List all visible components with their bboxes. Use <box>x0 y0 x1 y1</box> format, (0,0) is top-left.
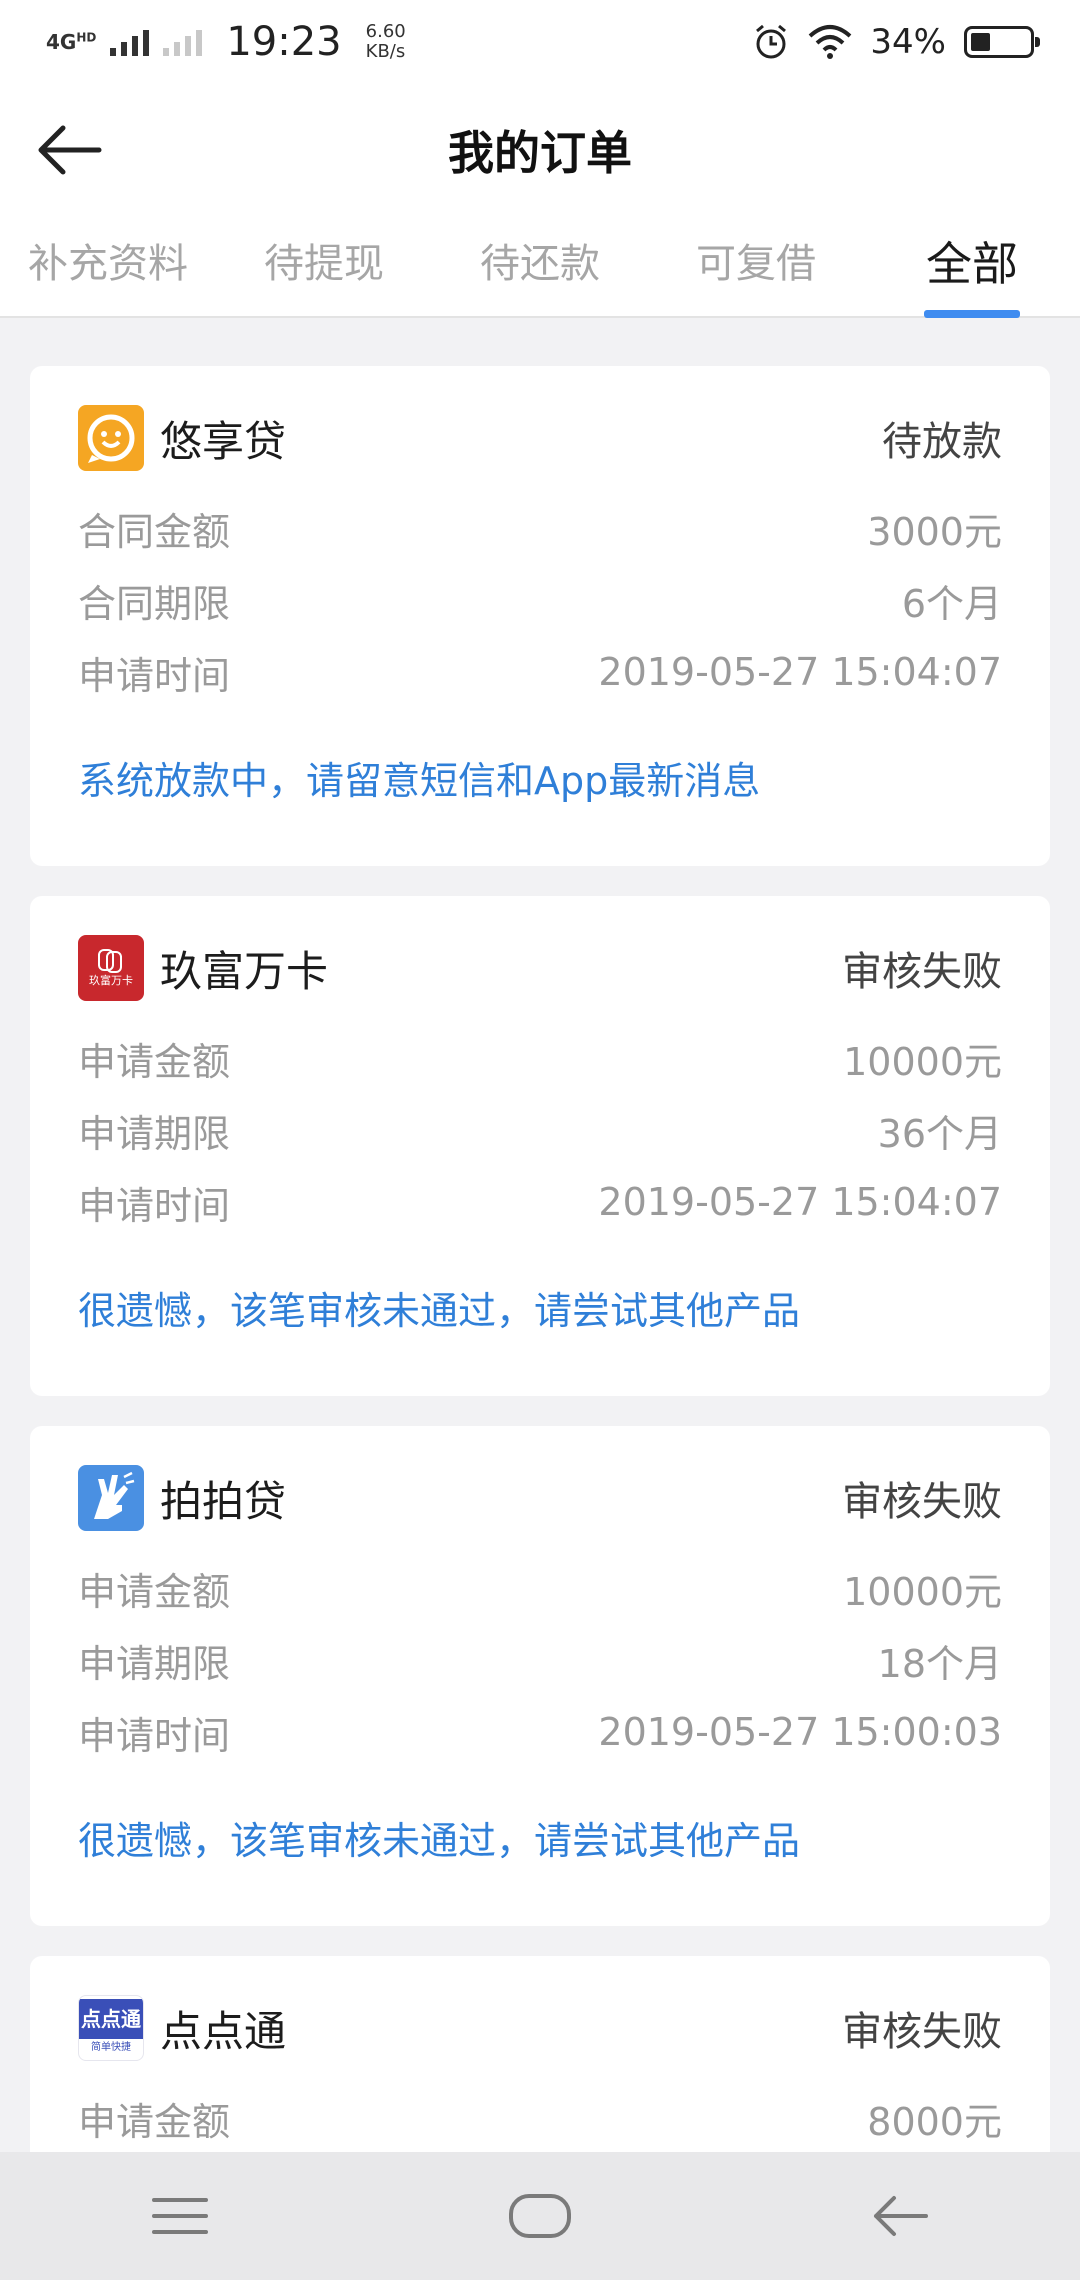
status-right: 34% <box>752 22 1040 62</box>
order-status: 待放款 <box>882 419 1002 465</box>
detail-row: 申请金额 10000元 <box>78 1552 1002 1624</box>
detail-row: 申请期限 18个月 <box>78 1624 1002 1696</box>
order-card-header: 拍拍贷 审核失败 <box>78 1462 1002 1534</box>
smile-logo-icon <box>78 405 144 471</box>
back-button[interactable] <box>28 114 108 186</box>
battery-icon <box>964 26 1040 58</box>
row-value: 2019-05-27 15:04:07 <box>598 1180 1002 1224</box>
system-nav-bar <box>0 2152 1080 2280</box>
wifi-icon <box>809 25 852 59</box>
product-name: 悠享贷 <box>160 416 287 466</box>
order-card-header: 悠享贷 待放款 <box>78 402 1002 474</box>
page-title: 我的订单 <box>448 126 632 180</box>
speed-value: 6.60 <box>365 21 406 42</box>
detail-row: 申请时间 2019-05-27 15:00:03 <box>78 1696 1002 1768</box>
detail-row: 申请时间 2019-05-27 15:04:07 <box>78 1166 1002 1238</box>
row-value: 8000元 <box>867 2099 1002 2144</box>
menu-icon <box>152 2198 208 2234</box>
alarm-icon <box>756 24 787 59</box>
logo-text: 点点通 <box>79 1999 143 2039</box>
row-label: 申请期限 <box>78 1641 231 1686</box>
card-logo-icon: 玖富万卡 <box>78 935 144 1001</box>
order-status: 审核失败 <box>842 949 1002 995</box>
row-label: 申请时间 <box>78 1713 231 1758</box>
app-header: 我的订单 <box>0 84 1080 216</box>
row-value: 2019-05-27 15:04:07 <box>598 650 1002 694</box>
logo-text: 玖富万卡 <box>89 974 133 987</box>
detail-row: 合同期限 6个月 <box>78 564 1002 636</box>
back-arrow-icon <box>38 125 102 175</box>
row-value: 10000元 <box>843 1569 1002 1614</box>
order-note: 很遗憾，该笔审核未通过，请尝试其他产品 <box>78 1289 801 1333</box>
order-status: 审核失败 <box>842 1479 1002 1525</box>
battery-percent: 34% <box>870 22 946 62</box>
order-card-header: 点点通 简单快捷 点点通 审核失败 <box>78 1992 1002 2064</box>
nav-back-button[interactable] <box>830 2166 970 2266</box>
product-name: 拍拍贷 <box>160 1476 287 1526</box>
status-bar: 4GHD 19:23 6.60 KB/s 34% <box>0 0 1080 84</box>
row-value: 36个月 <box>877 1111 1002 1156</box>
tab-reborrow[interactable]: 可复借 <box>648 216 864 316</box>
home-icon <box>509 2194 571 2238</box>
row-label: 申请期限 <box>78 1111 231 1156</box>
signal-secondary-icon <box>163 28 203 56</box>
status-time: 19:23 <box>226 19 342 65</box>
product-name: 点点通 <box>160 2006 287 2056</box>
logo-subtext: 简单快捷 <box>91 2042 131 2053</box>
back-icon <box>874 2196 928 2236</box>
hand-logo-icon <box>78 1465 144 1531</box>
tab-supplement-info[interactable]: 补充资料 <box>0 216 216 316</box>
order-tabs: 补充资料 待提现 待还款 可复借 全部 <box>0 216 1080 318</box>
orders-page: 4GHD 19:23 6.60 KB/s 34% 我的订单 补充资料 待提现 待… <box>0 0 1080 2280</box>
battery-fill <box>971 33 991 51</box>
tab-pending-repay[interactable]: 待还款 <box>432 216 648 316</box>
tab-all[interactable]: 全部 <box>864 216 1080 316</box>
order-note: 系统放款中，请留意短信和App最新消息 <box>78 759 761 803</box>
order-note: 很遗憾，该笔审核未通过，请尝试其他产品 <box>78 1819 801 1863</box>
order-card[interactable]: 悠享贷 待放款 合同金额 3000元 合同期限 6个月 申请时间 2019-05… <box>30 366 1050 866</box>
row-value: 10000元 <box>843 1039 1002 1084</box>
row-value: 3000元 <box>867 509 1002 554</box>
detail-row: 合同金额 3000元 <box>78 492 1002 564</box>
row-value: 6个月 <box>901 581 1002 626</box>
detail-row: 申请金额 8000元 <box>78 2082 1002 2154</box>
order-status: 审核失败 <box>842 2009 1002 2055</box>
network-type: 4G <box>46 30 77 54</box>
status-left: 4GHD 19:23 6.60 KB/s <box>46 19 406 65</box>
row-value: 2019-05-27 15:00:03 <box>598 1710 1002 1754</box>
row-value: 18个月 <box>877 1641 1002 1686</box>
row-label: 申请金额 <box>78 1569 231 1614</box>
detail-row: 申请时间 2019-05-27 15:04:07 <box>78 636 1002 708</box>
detail-row: 申请金额 10000元 <box>78 1022 1002 1094</box>
network-speed: 6.60 KB/s <box>366 22 406 62</box>
home-button[interactable] <box>470 2166 610 2266</box>
tab-pending-withdraw[interactable]: 待提现 <box>216 216 432 316</box>
row-label: 申请金额 <box>78 1039 231 1084</box>
order-card-header: 玖富万卡 玖富万卡 审核失败 <box>78 932 1002 1004</box>
row-label: 申请时间 <box>78 653 231 698</box>
order-card[interactable]: 玖富万卡 玖富万卡 审核失败 申请金额 10000元 申请期限 36个月 申请时… <box>30 896 1050 1396</box>
network-indicator: 4GHD <box>46 30 96 54</box>
menu-button[interactable] <box>110 2166 250 2266</box>
row-label: 申请时间 <box>78 1183 231 1228</box>
row-label: 合同期限 <box>78 581 231 626</box>
detail-row: 申请期限 36个月 <box>78 1094 1002 1166</box>
order-list: 悠享贷 待放款 合同金额 3000元 合同期限 6个月 申请时间 2019-05… <box>30 366 1050 2280</box>
diandiantong-logo-icon: 点点通 简单快捷 <box>78 1995 144 2061</box>
speed-unit: KB/s <box>365 41 406 62</box>
row-label: 申请金额 <box>78 2099 231 2144</box>
signal-icon <box>110 28 150 56</box>
product-name: 玖富万卡 <box>160 946 329 996</box>
network-hd: HD <box>76 30 97 45</box>
order-card[interactable]: 拍拍贷 审核失败 申请金额 10000元 申请期限 18个月 申请时间 2019… <box>30 1426 1050 1926</box>
row-label: 合同金额 <box>78 509 231 554</box>
